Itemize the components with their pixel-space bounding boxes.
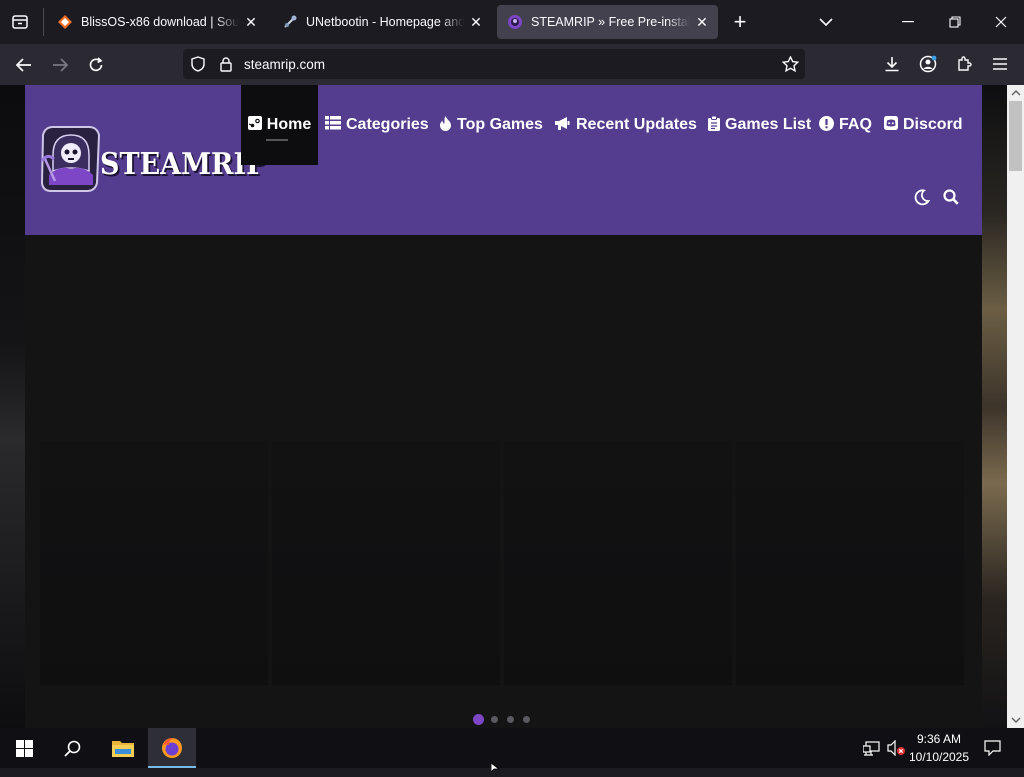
url-text[interactable]: steamrip.com	[244, 57, 325, 72]
exclamation-icon	[819, 115, 834, 135]
clock-time[interactable]: 9:36 AM	[910, 732, 968, 746]
close-window-button[interactable]	[989, 11, 1013, 33]
shield-icon[interactable]	[189, 55, 207, 73]
nav-faq[interactable]: FAQ	[819, 85, 872, 165]
close-tab-icon[interactable]: ✕	[694, 14, 710, 31]
list-icon	[325, 116, 341, 134]
sourceforge-icon	[58, 15, 72, 29]
steam-icon	[247, 116, 262, 134]
tab-steamrip[interactable]: STEAMRIP » Free Pre-installed S ✕	[497, 5, 718, 39]
site-header: STEAMRIP Home Categories Top Games Recen…	[25, 85, 982, 235]
close-tab-icon[interactable]: ✕	[243, 14, 259, 31]
nav-label: Discord	[903, 116, 963, 133]
slider-card[interactable]	[272, 441, 500, 685]
steamrip-icon	[508, 15, 522, 29]
reload-icon[interactable]	[84, 53, 108, 77]
bookmark-star-icon[interactable]	[780, 55, 800, 73]
background-art-left	[0, 85, 25, 728]
nav-label: Games List	[725, 116, 812, 133]
firefox-icon	[162, 738, 182, 758]
slider-card[interactable]	[736, 441, 964, 685]
minimize-button[interactable]	[896, 11, 920, 33]
active-nav-indicator	[266, 139, 288, 141]
nav-top-games[interactable]: Top Games	[439, 85, 543, 165]
nav-home[interactable]: Home	[241, 85, 318, 165]
forward-arrow-icon[interactable]	[48, 53, 72, 77]
extensions-icon[interactable]	[953, 54, 975, 74]
search-icon[interactable]	[941, 187, 961, 207]
nav-games-list[interactable]: Games List	[708, 85, 811, 165]
dark-mode-moon-icon[interactable]	[911, 187, 931, 207]
account-icon[interactable]	[917, 53, 939, 75]
nav-label: Home	[266, 116, 312, 133]
page-scrollbar[interactable]	[1007, 85, 1024, 728]
mouse-cursor-icon	[490, 759, 501, 773]
list-all-tabs-icon[interactable]	[8, 11, 32, 33]
download-icon[interactable]	[881, 54, 903, 74]
discord-icon	[884, 116, 898, 134]
background-art-right	[982, 85, 1007, 728]
scrollbar-thumb[interactable]	[1009, 101, 1022, 171]
chevron-down-icon[interactable]	[814, 11, 838, 33]
close-tab-icon[interactable]: ✕	[468, 14, 484, 31]
tab-title: UNetbootin - Homepage and D	[306, 15, 464, 29]
slider-dot-active[interactable]	[473, 714, 484, 725]
notifications-icon[interactable]	[981, 737, 1003, 759]
tab-strip: BlissOS-x86 download | SourceF ✕ UNetboo…	[0, 0, 1024, 44]
new-tab-button[interactable]: +	[728, 9, 752, 34]
file-explorer-icon[interactable]	[110, 736, 136, 760]
featured-slider	[25, 235, 982, 728]
network-icon[interactable]	[861, 738, 881, 758]
volume-muted-icon[interactable]	[885, 738, 907, 758]
megaphone-icon	[554, 116, 571, 134]
slider-card[interactable]	[504, 441, 732, 685]
taskbar: 9:36 AM 10/10/2025	[0, 728, 1024, 768]
nav-label: Recent Updates	[576, 116, 697, 133]
windows-start-icon[interactable]	[12, 737, 36, 759]
tab-title: BlissOS-x86 download | SourceF	[81, 15, 239, 29]
nav-label: FAQ	[839, 116, 872, 133]
slider-dot[interactable]	[523, 716, 530, 723]
tab-title: STEAMRIP » Free Pre-installed S	[531, 15, 690, 29]
search-icon[interactable]	[60, 737, 84, 759]
scroll-up-arrow-icon[interactable]	[1008, 86, 1023, 100]
slider-dot[interactable]	[507, 716, 514, 723]
unetbootin-icon	[284, 15, 297, 28]
clock-date[interactable]: 10/10/2025	[906, 750, 972, 764]
webpage-viewport: STEAMRIP Home Categories Top Games Recen…	[0, 85, 1007, 728]
back-arrow-icon[interactable]	[12, 53, 36, 77]
slider-dot[interactable]	[491, 716, 498, 723]
slider-card[interactable]	[40, 441, 268, 685]
fire-icon	[439, 115, 452, 135]
nav-discord[interactable]: Discord	[884, 85, 963, 165]
firefox-taskbar-button[interactable]	[148, 728, 196, 768]
nav-recent-updates[interactable]: Recent Updates	[554, 85, 697, 165]
clipboard-icon	[708, 115, 720, 135]
tab-unetbootin[interactable]: UNetbootin - Homepage and D ✕	[272, 5, 492, 39]
nav-label: Top Games	[457, 116, 543, 133]
scroll-down-arrow-icon[interactable]	[1008, 713, 1023, 727]
nav-label: Categories	[346, 116, 429, 133]
restore-button[interactable]	[943, 11, 967, 33]
lock-icon[interactable]	[217, 55, 235, 73]
nav-categories[interactable]: Categories	[325, 85, 429, 165]
reaper-mascot-icon	[40, 126, 101, 192]
tab-blissos[interactable]: BlissOS-x86 download | SourceF ✕	[47, 5, 267, 39]
hamburger-menu-icon[interactable]	[989, 54, 1011, 74]
